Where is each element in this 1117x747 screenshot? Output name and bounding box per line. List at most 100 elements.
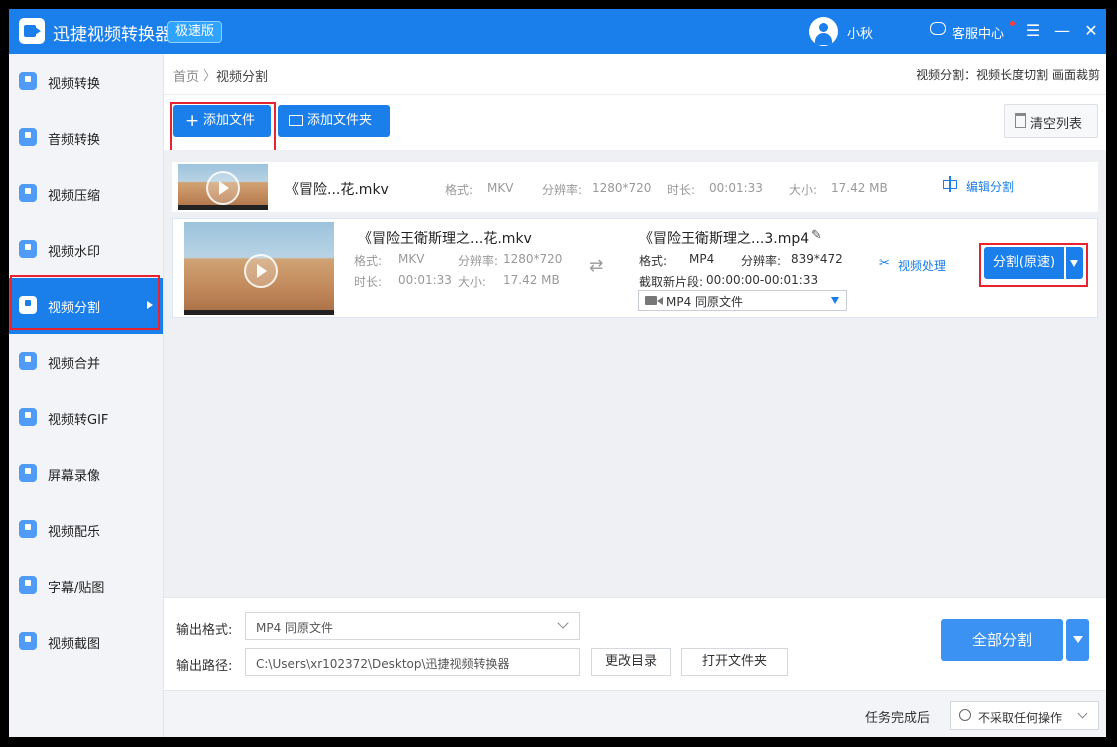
- menu-icon[interactable]: ☰: [1023, 21, 1043, 41]
- scissors-icon[interactable]: ✂: [879, 256, 890, 271]
- play-icon[interactable]: [206, 171, 240, 205]
- sidebar-item-label: 视频水印: [48, 245, 101, 260]
- split-options-dropdown-icon[interactable]: [1066, 247, 1083, 279]
- clear-list-button[interactable]: 清空列表: [1004, 104, 1098, 138]
- list-item[interactable]: 《冒险王衛斯理之...花.mkv 格式: MKV 分辨率: 1280*720 时…: [172, 218, 1098, 318]
- duration-value: 00:01:33: [709, 181, 763, 195]
- video-process-link[interactable]: 视频处理: [898, 257, 946, 274]
- file-list: 《冒险...花.mkv 格式: MKV 分辨率: 1280*720 时长: 00…: [164, 150, 1106, 597]
- breadcrumb-current: 视频分割: [216, 70, 269, 85]
- play-icon[interactable]: [244, 254, 278, 288]
- sidebar-item-label: 屏幕录像: [48, 469, 101, 484]
- open-folder-button[interactable]: 打开文件夹: [681, 648, 788, 676]
- split-edit-icon[interactable]: [942, 176, 958, 192]
- customer-service-link[interactable]: 客服中心: [952, 23, 1004, 42]
- sidebar-item-video-merge[interactable]: 视频合并: [9, 334, 163, 390]
- output-format-value: MP4: [689, 252, 715, 266]
- split-all-dropdown-icon[interactable]: [1066, 619, 1089, 661]
- format-label: 格式:: [354, 254, 383, 268]
- breadcrumb-home[interactable]: 首页: [173, 66, 199, 85]
- breadcrumb-separator: 〉: [203, 69, 217, 84]
- list-item[interactable]: 《冒险...花.mkv 格式: MKV 分辨率: 1280*720 时长: 00…: [172, 162, 1098, 212]
- screen-record-icon: [19, 464, 37, 482]
- file-name: 《冒险...花.mkv: [285, 182, 389, 198]
- source-file-name: 《冒险王衛斯理之...花.mkv: [358, 231, 532, 247]
- sidebar-item-label: 音频转换: [48, 133, 101, 148]
- sidebar-item-video-watermark[interactable]: 视频水印: [9, 222, 163, 278]
- output-path-field[interactable]: C:\Users\xr102372\Desktop\迅捷视频转换器: [245, 648, 580, 676]
- chevron-down-icon: [1077, 708, 1088, 719]
- sidebar-item-video-compress[interactable]: 视频压缩: [9, 166, 163, 222]
- app-window: 迅捷视频转换器 极速版 小秋 客服中心 ☰ — ✕ 视频转换 音频转换 视频压缩…: [9, 9, 1106, 737]
- after-task-label: 任务完成后: [865, 711, 931, 726]
- video-thumbnail[interactable]: [178, 164, 268, 210]
- size-value: 17.42 MB: [503, 273, 560, 287]
- chevron-right-icon: [147, 301, 153, 309]
- size-value: 17.42 MB: [831, 181, 888, 195]
- output-resolution-label: 分辨率:: [741, 254, 782, 268]
- video-split-icon: [19, 296, 37, 314]
- change-directory-button[interactable]: 更改目录: [591, 648, 671, 676]
- output-format-dropdown-value: MP4 同原文件: [256, 621, 334, 635]
- minimize-icon[interactable]: —: [1052, 21, 1072, 41]
- duration-label: 时长:: [354, 275, 383, 289]
- add-file-button[interactable]: + 添加文件: [173, 105, 271, 137]
- edition-badge: 极速版: [167, 21, 223, 43]
- breadcrumb: 首页 〉 视频分割 视频分割：视频长度切割 画面裁剪: [164, 54, 1106, 95]
- sidebar-item-video-gif[interactable]: 视频转GIF: [9, 390, 163, 446]
- video-convert-icon: [19, 72, 37, 90]
- no-action-icon: [959, 709, 971, 721]
- chat-bubble-icon[interactable]: [930, 22, 946, 35]
- clip-value: 00:00:00-00:01:33: [706, 273, 819, 287]
- sidebar-item-screenshot[interactable]: 视频截图: [9, 614, 163, 670]
- output-format-dropdown[interactable]: MP4 同原文件: [245, 612, 580, 640]
- sidebar-item-video-convert[interactable]: 视频转换: [9, 54, 163, 110]
- split-all-button[interactable]: 全部分割: [941, 619, 1063, 661]
- status-bar: 任务完成后 不采取任何操作: [164, 690, 1106, 737]
- format-value: MKV: [398, 252, 425, 266]
- audio-convert-icon: [19, 128, 37, 146]
- clear-list-label: 清空列表: [1030, 117, 1083, 132]
- video-watermark-icon: [19, 240, 37, 258]
- video-camera-icon: [645, 296, 663, 305]
- output-format-label: 输出格式:: [176, 623, 233, 638]
- add-folder-button[interactable]: 添加文件夹: [278, 105, 390, 137]
- user-avatar-icon[interactable]: [809, 17, 838, 46]
- size-label: 大小:: [458, 275, 487, 289]
- sidebar-item-label: 视频转GIF: [48, 413, 109, 428]
- sidebar-item-subtitle[interactable]: 字幕/贴图: [9, 558, 163, 614]
- screenshot-icon: [19, 632, 37, 650]
- video-thumbnail[interactable]: [184, 222, 334, 315]
- output-resolution-value: 839*472: [791, 252, 843, 266]
- notification-dot: [1010, 21, 1015, 26]
- after-task-select[interactable]: 不采取任何操作: [950, 701, 1099, 730]
- format-label: 格式:: [445, 183, 474, 197]
- close-icon[interactable]: ✕: [1081, 21, 1101, 41]
- sidebar-item-screen-record[interactable]: 屏幕录像: [9, 446, 163, 502]
- gif-icon: [19, 408, 37, 426]
- subtitle-icon: [19, 576, 37, 594]
- output-file-name: 《冒险王衛斯理之...3.mp4: [639, 231, 810, 247]
- sidebar-item-label: 视频配乐: [48, 525, 101, 540]
- sidebar-item-video-music[interactable]: 视频配乐: [9, 502, 163, 558]
- chevron-down-icon: [557, 617, 569, 629]
- clip-label: 截取新片段:: [639, 275, 704, 289]
- size-label: 大小:: [789, 183, 818, 197]
- plus-icon: +: [185, 111, 200, 131]
- app-logo-icon: [19, 18, 45, 44]
- sidebar-item-audio-convert[interactable]: 音频转换: [9, 110, 163, 166]
- output-format-select[interactable]: MP4 同原文件: [638, 290, 847, 311]
- output-format-label: 格式:: [639, 254, 668, 268]
- split-button[interactable]: 分割(原速): [984, 247, 1064, 279]
- output-path-label: 输出路径:: [176, 659, 233, 674]
- sidebar-item-label: 视频截图: [48, 637, 101, 652]
- resolution-value: 1280*720: [592, 181, 652, 195]
- edit-split-link[interactable]: 编辑分割: [966, 178, 1014, 195]
- app-title: 迅捷视频转换器: [53, 25, 172, 45]
- pencil-icon[interactable]: ✎: [811, 228, 822, 243]
- sidebar-item-video-split[interactable]: 视频分割: [9, 278, 163, 334]
- resolution-label: 分辨率:: [458, 254, 499, 268]
- username[interactable]: 小秋: [847, 23, 873, 42]
- duration-label: 时长:: [667, 183, 696, 197]
- output-format-select-value: MP4 同原文件: [666, 295, 744, 309]
